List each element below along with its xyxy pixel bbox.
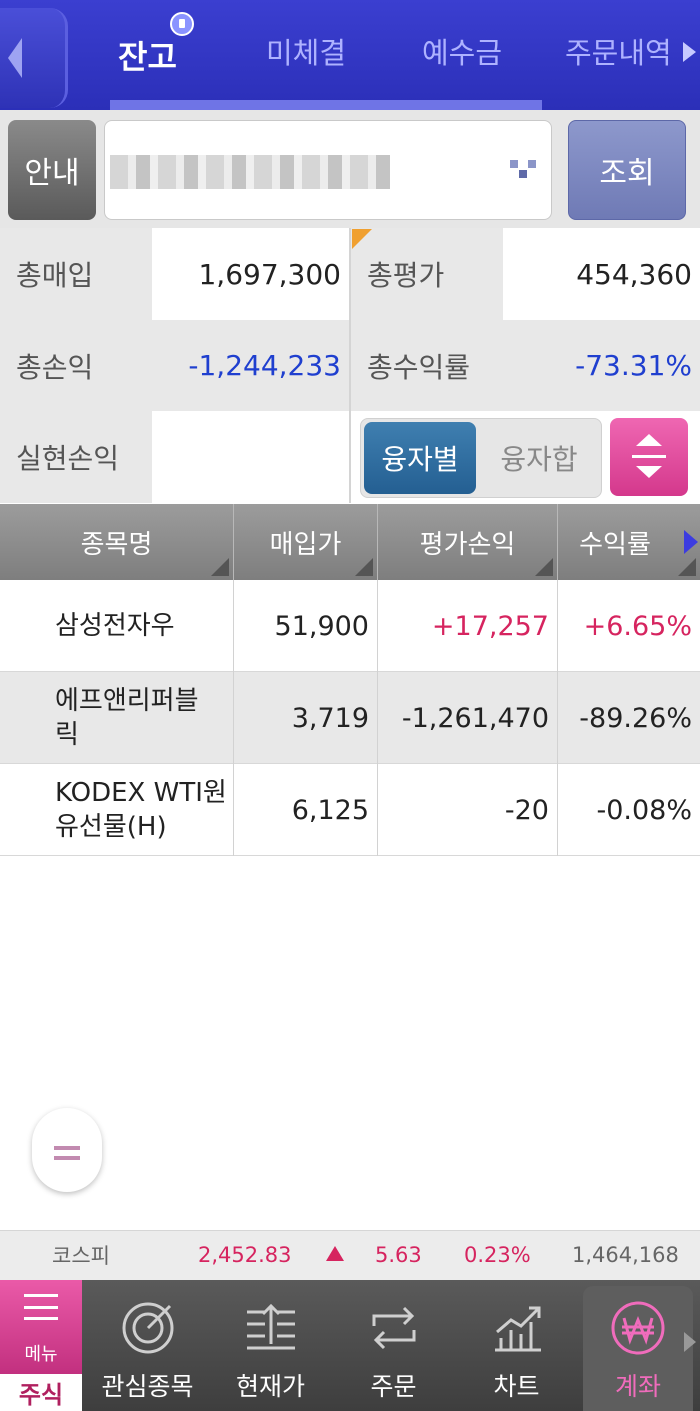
nav-account[interactable]: 계좌 <box>583 1286 693 1411</box>
purchase-price: 6,125 <box>291 794 369 826</box>
expand-collapse-button[interactable] <box>610 418 688 496</box>
column-header-pl[interactable]: 평가손익 <box>378 504 557 580</box>
stock-name: 삼성전자우 <box>55 611 175 641</box>
nav-label: 관심종목 <box>101 1372 194 1401</box>
total-eval-label: 총평가 <box>351 228 503 320</box>
scroll-right-icon[interactable] <box>684 530 698 554</box>
eval-pl: -1,261,470 <box>401 702 549 734</box>
refresh-badge-icon <box>170 12 194 36</box>
tab-order-history[interactable]: 주문내역 <box>565 30 672 80</box>
column-header-label: 매입가 <box>269 529 342 560</box>
realized-pl-value <box>152 411 349 503</box>
purchase-price: 51,900 <box>274 610 369 642</box>
stock-category-button[interactable]: 주식 <box>0 1374 82 1411</box>
nav-label: 현재가 <box>235 1372 305 1401</box>
purchase-price: 3,719 <box>291 702 369 734</box>
note-marker-icon <box>352 229 372 249</box>
index-name: 코스피 <box>52 1244 110 1268</box>
nav-chart[interactable]: 차트 <box>459 1280 574 1411</box>
nav-label: 주문 <box>370 1372 417 1401</box>
stock-name: KODEX WTI원유선물(H) <box>55 778 227 842</box>
column-header-price[interactable]: 매입가 <box>234 504 377 580</box>
total-pl-value: -1,244,233 <box>152 320 349 411</box>
column-separator <box>233 580 234 856</box>
eval-pl: +17,257 <box>431 610 549 642</box>
total-purchase-label: 총매입 <box>0 228 152 320</box>
order-icon <box>372 1306 416 1350</box>
tab-unfilled[interactable]: 미체결 <box>266 30 346 80</box>
sort-corner-icon <box>535 558 553 576</box>
sort-corner-icon <box>355 558 373 576</box>
eval-pl: -20 <box>504 794 549 826</box>
column-header-label: 평가손익 <box>419 529 516 560</box>
search-button[interactable]: 조회 <box>568 120 686 220</box>
floating-menu-button[interactable] <box>32 1108 102 1192</box>
sort-corner-icon <box>678 558 696 576</box>
tab-underline <box>110 100 542 110</box>
realized-pl-label: 실현손익 <box>0 411 152 503</box>
sort-corner-icon <box>211 558 229 576</box>
total-return-value: -73.31% <box>503 320 700 411</box>
column-separator <box>557 580 558 856</box>
won-icon <box>611 1301 665 1355</box>
nav-current-price[interactable]: 현재가 <box>213 1280 328 1411</box>
guide-button[interactable]: 안내 <box>8 120 96 220</box>
summary-divider <box>349 228 351 503</box>
total-eval-value: 454,360 <box>576 257 692 291</box>
menu-label: 메뉴 <box>24 1344 58 1365</box>
back-button[interactable] <box>0 8 68 108</box>
column-header-rate[interactable]: 수익률 <box>558 504 700 580</box>
app: 잔고 미체결 예수금 주문내역 안내 조회 총매입 1,697,300 총평가 … <box>0 0 700 1411</box>
account-number-masked <box>110 155 390 189</box>
column-header-name[interactable]: 종목명 <box>0 504 233 580</box>
watchlist-icon <box>122 1302 174 1354</box>
total-return-label: 총수익률 <box>351 320 503 411</box>
tab-balance[interactable]: 잔고 <box>118 32 177 82</box>
nav-label: 차트 <box>493 1372 540 1401</box>
nav-label: 계좌 <box>614 1372 661 1401</box>
toggle-loan-sum[interactable]: 융자합 <box>480 422 598 494</box>
total-pl-label: 총손익 <box>0 320 152 411</box>
index-change: 5.63 <box>375 1243 422 1267</box>
chevron-down-icon[interactable] <box>510 158 538 182</box>
up-triangle-icon <box>326 1246 344 1261</box>
chart-icon <box>495 1306 541 1352</box>
arrow-up-icon <box>636 434 662 446</box>
equals-icon <box>54 1146 80 1150</box>
equals-icon <box>54 1156 80 1160</box>
nav-more-icon[interactable] <box>684 1332 696 1352</box>
return-rate: -89.26% <box>579 702 692 734</box>
return-rate: +6.65% <box>583 610 692 642</box>
column-header-label: 수익률 <box>579 529 651 560</box>
tab-deposit[interactable]: 예수금 <box>422 30 502 80</box>
divider-line <box>632 455 666 458</box>
index-volume: 1,464,168 <box>572 1243 679 1267</box>
nav-order[interactable]: 주문 <box>336 1280 451 1411</box>
index-rate: 0.23% <box>464 1243 531 1267</box>
column-header-label: 종목명 <box>80 529 153 560</box>
column-separator <box>377 580 378 856</box>
index-value: 2,452.83 <box>198 1243 292 1267</box>
stock-name: 에프앤리퍼블릭 <box>55 686 199 750</box>
nav-watchlist[interactable]: 관심종목 <box>90 1280 205 1411</box>
toggle-by-loan[interactable]: 융자별 <box>364 422 476 494</box>
tab-scroll-right-icon[interactable] <box>683 42 696 62</box>
arrow-down-icon <box>636 466 662 478</box>
return-rate: -0.08% <box>596 794 692 826</box>
hamburger-icon <box>24 1294 58 1320</box>
total-purchase-value: 1,697,300 <box>198 257 341 291</box>
current-price-icon <box>247 1303 295 1350</box>
